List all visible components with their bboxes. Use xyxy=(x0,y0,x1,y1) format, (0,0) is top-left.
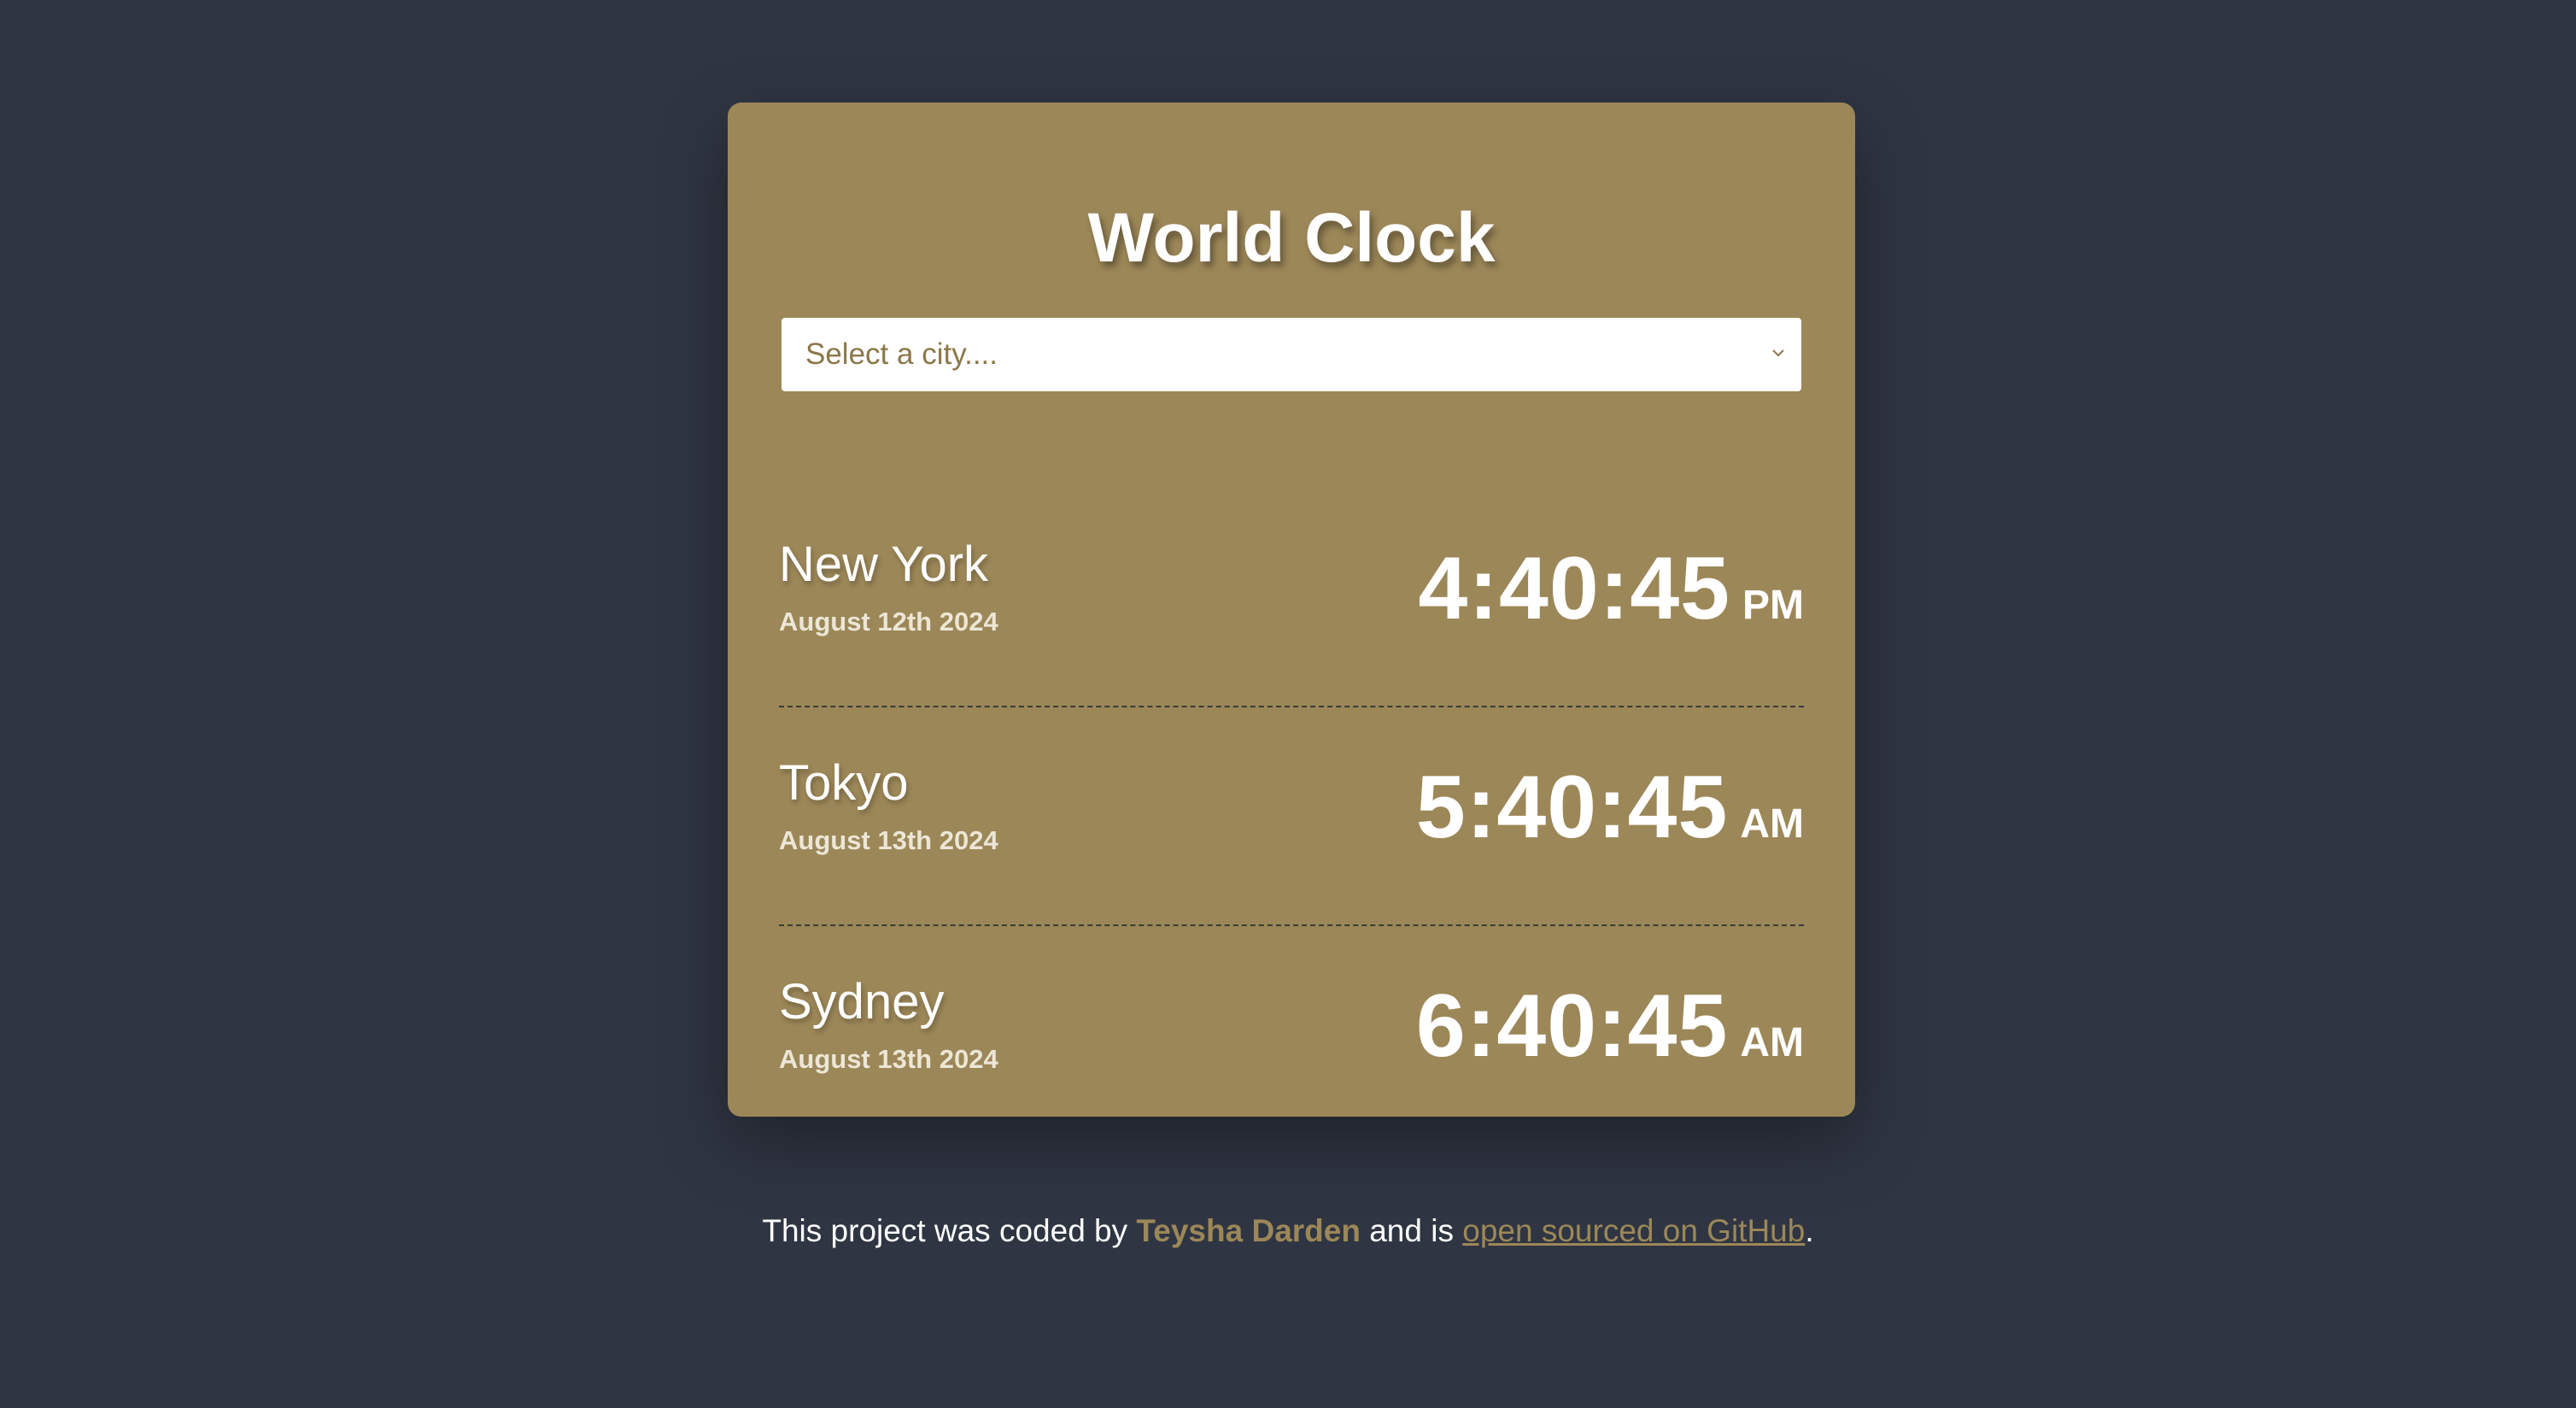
city-row-new-york: New York August 12th 2024 4:40:45 PM xyxy=(779,489,1804,707)
page: World Clock Select a city.... New York A… xyxy=(0,0,2576,1408)
github-link[interactable]: open sourced on GitHub xyxy=(1462,1213,1805,1248)
city-select-placeholder: Select a city.... xyxy=(805,337,998,371)
time-digits: 6:40:45 xyxy=(1415,977,1729,1076)
page-title: World Clock xyxy=(1087,199,1496,277)
city-date: August 13th 2024 xyxy=(779,1044,998,1074)
city-time: 5:40:45 AM xyxy=(1416,757,1804,859)
footer: This project was coded by Teysha Darden … xyxy=(0,1213,2576,1249)
time-digits: 5:40:45 xyxy=(1415,758,1729,857)
city-date: August 12th 2024 xyxy=(779,607,998,637)
time-digits: 4:40:45 xyxy=(1418,539,1730,638)
city-select[interactable]: Select a city.... xyxy=(782,318,1801,391)
city-row-tokyo: Tokyo August 13th 2024 5:40:45 AM xyxy=(779,707,1804,926)
time-ampm: AM xyxy=(1740,1020,1804,1065)
city-row-sydney: Sydney August 13th 2024 6:40:45 AM xyxy=(779,926,1804,1145)
city-name: New York xyxy=(779,537,989,592)
city-time: 6:40:45 AM xyxy=(1416,976,1804,1077)
world-clock-card: World Clock Select a city.... New York A… xyxy=(728,103,1855,1117)
time-ampm: PM xyxy=(1742,583,1804,628)
city-name: Tokyo xyxy=(779,755,909,811)
city-date: August 13th 2024 xyxy=(779,825,998,855)
footer-author: Teysha Darden xyxy=(1136,1213,1361,1248)
chevron-down-icon xyxy=(1769,343,1788,362)
time-ampm: AM xyxy=(1740,801,1804,847)
footer-suffix: . xyxy=(1805,1213,1814,1248)
footer-prefix: This project was coded by xyxy=(762,1213,1128,1248)
city-time: 4:40:45 PM xyxy=(1419,538,1804,640)
city-name: Sydney xyxy=(779,974,945,1030)
footer-middle: and is xyxy=(1369,1213,1454,1248)
